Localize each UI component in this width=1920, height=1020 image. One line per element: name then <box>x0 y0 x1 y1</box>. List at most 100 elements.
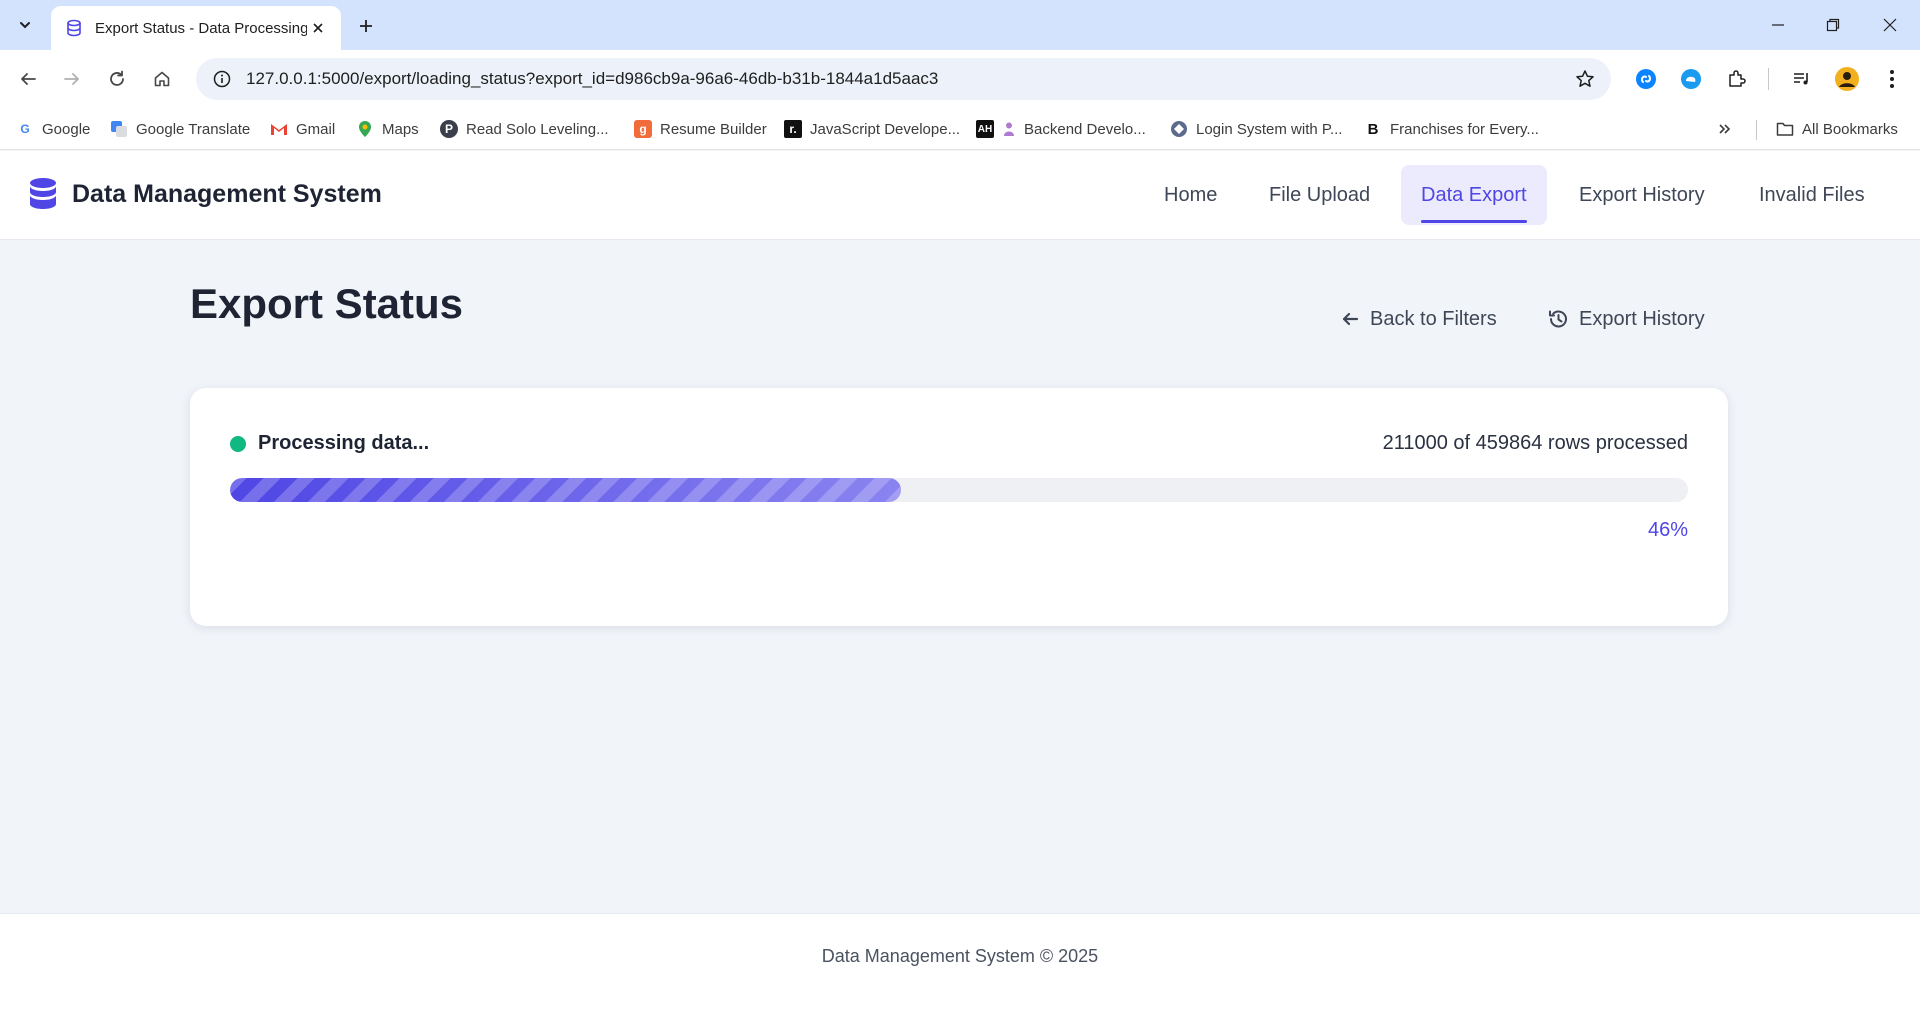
profile-avatar-icon[interactable] <box>1831 63 1863 95</box>
person-icon <box>1002 120 1016 138</box>
bookmark-resume-builder[interactable]: g Resume Builder <box>634 116 767 142</box>
bookmark-gmail[interactable]: Gmail <box>270 116 335 142</box>
shazam-extension-icon[interactable] <box>1630 63 1662 95</box>
ah-icon: AH <box>976 120 994 138</box>
nav-export-history-label: Export History <box>1579 183 1705 206</box>
media-control-icon[interactable] <box>1786 63 1818 95</box>
new-tab-button[interactable] <box>352 12 380 40</box>
plus-icon <box>360 20 372 32</box>
chevron-down-icon <box>20 22 30 29</box>
arrow-right-icon <box>64 73 79 85</box>
brand-name: Data Management System <box>72 179 382 208</box>
progress-percent: 46% <box>1647 519 1688 541</box>
nav-file-upload[interactable]: File Upload <box>1249 165 1390 225</box>
minimize-button[interactable] <box>1760 10 1796 40</box>
progress-fill <box>230 478 901 502</box>
nav-data-export[interactable]: Data Export <box>1401 165 1547 225</box>
double-chevron-right-icon <box>1719 124 1731 134</box>
export-status-card: Processing data... 211000 of 459864 rows… <box>190 388 1728 626</box>
nav-invalid-files[interactable]: Invalid Files <box>1739 165 1885 225</box>
bookmark-login-system[interactable]: Login System with P... <box>1170 116 1342 142</box>
toolbar-divider <box>1768 68 1769 90</box>
bookmark-label: JavaScript Develope... <box>810 120 961 138</box>
page-title: Export Status <box>190 280 464 327</box>
bookmark-label: Backend Develo... <box>1024 120 1146 138</box>
minimize-icon <box>1772 24 1784 26</box>
tab-title: Export Status - Data Processing <box>95 19 307 37</box>
progress-bar <box>230 478 1688 502</box>
history-icon <box>1549 310 1567 328</box>
browser-tabstrip: Export Status - Data Processing <box>0 0 1920 50</box>
diamond-icon <box>1170 120 1188 138</box>
home-button[interactable] <box>146 63 178 95</box>
bookmark-google[interactable]: G Google <box>16 116 90 142</box>
bookmark-label: Resume Builder <box>660 120 767 138</box>
back-button[interactable] <box>12 63 44 95</box>
bookmark-star-icon[interactable] <box>1573 67 1597 91</box>
maps-icon <box>356 120 374 138</box>
status-label: Processing data... <box>258 432 430 454</box>
extensions-puzzle-icon[interactable] <box>1720 63 1752 95</box>
nav-export-history[interactable]: Export History <box>1559 165 1725 225</box>
brand[interactable]: Data Management System <box>28 177 382 211</box>
tab-close-button[interactable] <box>307 17 329 39</box>
app-header: Data Management System Home File Upload … <box>0 151 1920 240</box>
url-text: 127.0.0.1:5000/export/loading_status?exp… <box>246 69 939 88</box>
cloud-extension-icon[interactable] <box>1675 63 1707 95</box>
bookmark-backend-developer[interactable]: AH Backend Develo... <box>976 116 1146 142</box>
translate-icon <box>110 120 128 138</box>
nav-data-export-label: Data Export <box>1421 183 1527 206</box>
nav-home[interactable]: Home <box>1144 165 1237 225</box>
rows-processed-text: 211000 of 459864 rows processed <box>1382 432 1688 454</box>
resume-icon: g <box>634 120 652 138</box>
bookmark-label: Login System with P... <box>1196 120 1343 138</box>
database-icon <box>30 178 56 209</box>
bookmark-javascript-developer[interactable]: r. JavaScript Develope... <box>784 116 960 142</box>
back-to-filters-label: Back to Filters <box>1370 307 1497 330</box>
close-window-button[interactable] <box>1872 10 1908 40</box>
site-info-icon[interactable] <box>208 65 236 93</box>
google-icon: G <box>20 122 30 136</box>
bookmark-label: Google Translate <box>136 120 251 138</box>
arrow-left-icon <box>21 73 36 85</box>
forward-button[interactable] <box>56 63 88 95</box>
r-icon: r. <box>784 120 802 138</box>
bookmarks-overflow-button[interactable] <box>1718 116 1732 142</box>
footer: Data Management System © 2025 <box>0 913 1920 1020</box>
restore-button[interactable] <box>1815 10 1851 40</box>
nav-file-upload-label: File Upload <box>1269 183 1371 206</box>
reload-icon <box>110 70 124 86</box>
nav-invalid-files-label: Invalid Files <box>1759 183 1865 206</box>
home-icon <box>154 71 170 87</box>
bookmark-label: Franchises for Every... <box>1390 120 1539 138</box>
bookmark-label: Gmail <box>296 120 336 138</box>
browser-tab-active[interactable]: Export Status - Data Processing <box>51 6 341 50</box>
bookmark-label: Read Solo Leveling... <box>466 120 609 138</box>
bookmark-maps[interactable]: Maps <box>356 116 419 142</box>
export-history-link[interactable]: Export History <box>1547 302 1705 336</box>
status-indicator <box>230 436 246 452</box>
database-icon <box>67 19 81 37</box>
footer-text: Data Management System © 2025 <box>821 946 1099 966</box>
export-history-label: Export History <box>1579 307 1705 330</box>
address-bar[interactable]: 127.0.0.1:5000/export/loading_status?exp… <box>196 58 1611 100</box>
browser-toolbar: 127.0.0.1:5000/export/loading_status?exp… <box>0 50 1920 108</box>
bookmark-google-translate[interactable]: Google Translate <box>110 116 250 142</box>
bookmarks-bar: G Google Google Translate Gmail Maps P R… <box>0 108 1920 150</box>
folder-icon <box>1776 120 1794 138</box>
restore-icon <box>1826 18 1840 32</box>
reload-button[interactable] <box>101 63 133 95</box>
nav-home-label: Home <box>1164 183 1218 206</box>
tab-search-button[interactable] <box>10 10 40 40</box>
p-icon: P <box>440 120 458 138</box>
all-bookmarks-button[interactable]: All Bookmarks <box>1776 116 1898 142</box>
browser-menu-icon[interactable] <box>1876 63 1908 95</box>
close-icon <box>1883 18 1897 32</box>
back-to-filters-link[interactable]: Back to Filters <box>1340 302 1497 336</box>
bookmark-solo-leveling[interactable]: P Read Solo Leveling... <box>440 116 609 142</box>
bookmarks-divider <box>1756 120 1757 140</box>
all-bookmarks-label: All Bookmarks <box>1802 120 1898 138</box>
bookmark-franchises[interactable]: B Franchises for Every... <box>1364 116 1539 142</box>
b-icon: B <box>1367 120 1379 138</box>
bookmark-label: Google <box>42 120 91 138</box>
